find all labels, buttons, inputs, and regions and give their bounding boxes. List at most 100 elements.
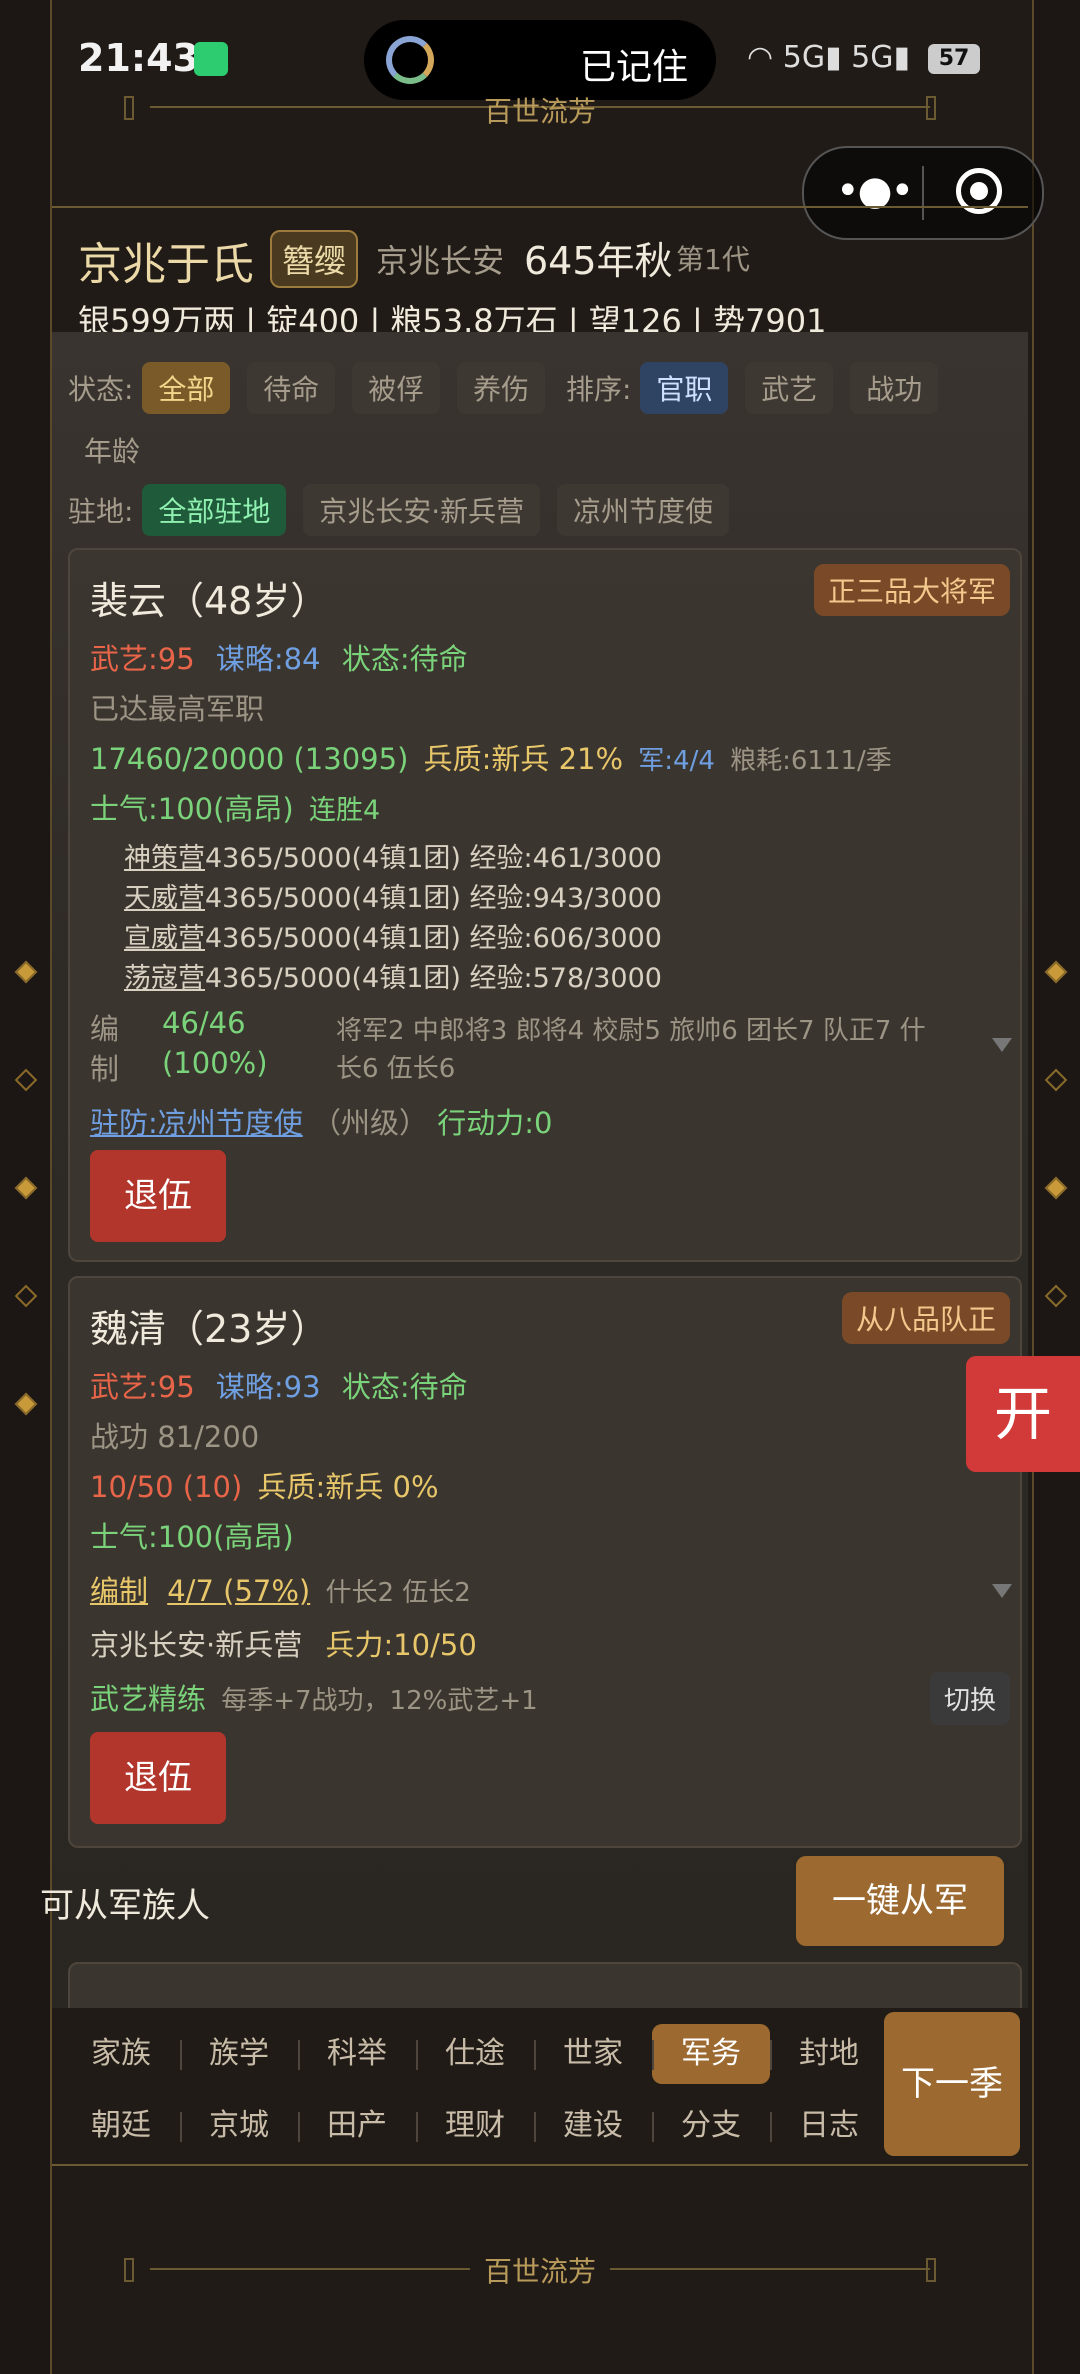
filter-status-healing[interactable]: 养伤 (457, 362, 546, 414)
unit-row[interactable]: 天威营4365/5000(4镇1团) 经验:943/3000 (124, 876, 662, 915)
action-points: 行动力:0 (437, 1106, 553, 1140)
unit-row[interactable]: 荡寇营4365/5000(4镇1团) 经验:578/3000 (124, 956, 662, 995)
switch-training-button[interactable]: 切换 (929, 1672, 1010, 1725)
unit-row[interactable]: 宣威营4365/5000(4镇1团) 经验:606/3000 (124, 916, 662, 955)
staff-value-link[interactable]: 4/7 (57%) (167, 1574, 310, 1608)
app-notification-icon (194, 42, 228, 76)
unit-detail: 4365/5000(4镇1团) 经验:461/3000 (205, 843, 662, 874)
strategy-stat: 谋略:93 (215, 1370, 321, 1404)
camp-name: 京兆长安·新兵营 (90, 1628, 303, 1662)
nav-clan[interactable]: 家族 (62, 2024, 180, 2084)
one-key-enlist-button[interactable]: 一键从军 (796, 1856, 1004, 1946)
nav-career[interactable]: 仕途 (416, 2024, 534, 2084)
food-consumption: 粮耗:6111/季 (730, 746, 892, 776)
nav-court[interactable]: 朝廷 (62, 2096, 180, 2156)
merit-line: 战功 81/200 (90, 1420, 260, 1454)
garrison-filter-label: 驻地: (68, 495, 134, 528)
clan-header: 京兆于氏 簪缨 京兆长安 645年秋 第1代 银599万两 | 锭400 | 粮… (52, 206, 1028, 340)
unit-detail: 4365/5000(4镇1团) 经验:606/3000 (205, 923, 662, 954)
filter-status-captured[interactable]: 被俘 (352, 362, 441, 414)
training-name: 武艺精练 (90, 1682, 207, 1716)
nav-military[interactable]: 军务 (652, 2024, 770, 2084)
unit-detail: 4365/5000(4镇1团) 经验:943/3000 (205, 883, 662, 914)
sort-merit[interactable]: 战功 (850, 362, 939, 414)
general-card: 裴云（48岁） 正三品大将军 武艺:95 谋略:84 状态:待命 已达最高军职 … (68, 548, 1022, 1262)
retire-button[interactable]: 退伍 (90, 1150, 226, 1242)
morale-line: 士气:100(高昂) 连胜4 (90, 786, 380, 828)
next-season-button[interactable]: 下一季 (884, 2012, 1020, 2156)
rank-badge: 从八品队正 (841, 1292, 1010, 1344)
filter-garrison-changan[interactable]: 京兆长安·新兵营 (303, 484, 541, 536)
staff-line: 编制 4/7 (57%) 什长2 伍长2 (90, 1568, 471, 1610)
unit-detail: 4365/5000(4镇1团) 经验:578/3000 (205, 963, 662, 994)
nav-branch[interactable]: 分支 (652, 2096, 770, 2156)
nav-construction[interactable]: 建设 (534, 2096, 652, 2156)
general-name: 裴云（48岁） (90, 579, 329, 623)
loading-icon (386, 36, 434, 84)
filter-status-all[interactable]: 全部 (142, 362, 231, 414)
nav-school[interactable]: 族学 (180, 2024, 298, 2084)
troops-line: 10/50 (10) 兵质:新兵 0% (90, 1464, 439, 1506)
nav-farmland[interactable]: 田产 (298, 2096, 416, 2156)
sort-row-2: 年龄 (68, 424, 164, 476)
force-count: 兵力:10/50 (325, 1628, 477, 1662)
nav-row-2: 朝廷 京城 田产 理财 建设 分支 日志 (62, 2096, 888, 2156)
status-stat: 状态:待命 (341, 1370, 468, 1404)
battery-icon: 57 (928, 44, 980, 74)
expand-arrow-icon[interactable] (992, 1038, 1012, 1052)
unit-link[interactable]: 荡寇营 (124, 963, 205, 994)
nav-log[interactable]: 日志 (770, 2096, 888, 2156)
side-ornament-icon (1044, 1284, 1068, 1308)
nav-fief[interactable]: 封地 (770, 2024, 888, 2084)
training-line: 武艺精练 每季+7战功，12%武艺+1 (90, 1676, 538, 1718)
camp-line: 京兆长安·新兵营 兵力:10/50 (90, 1622, 477, 1664)
troop-quality: 兵质:新兵 21% (423, 742, 624, 776)
sort-martial[interactable]: 武艺 (745, 362, 834, 414)
status-filter-label: 状态: (68, 373, 134, 406)
garrison-link[interactable]: 驻防:凉州节度使 (90, 1106, 303, 1140)
unit-link[interactable]: 天威营 (124, 883, 205, 914)
nav-finance[interactable]: 理财 (416, 2096, 534, 2156)
unit-row[interactable]: 神策营4365/5000(4镇1团) 经验:461/3000 (124, 836, 662, 875)
staff-label-link[interactable]: 编制 (90, 1574, 148, 1608)
footer-title: 百世流芳 (0, 2250, 1080, 2290)
troop-count: 17460/20000 (13095) (90, 742, 409, 776)
staff-label-1: 编 (90, 1012, 120, 1046)
sort-age[interactable]: 年龄 (68, 424, 156, 476)
signal-icon: ◠ 5G▮ 5G▮ (747, 40, 910, 75)
sort-rank[interactable]: 官职 (640, 362, 729, 414)
footer-title-text: 百世流芳 (469, 2255, 610, 2288)
staff-pct: (100%) (162, 1046, 268, 1080)
staff-detail-2: 长6 伍长6 (336, 1054, 456, 1084)
clan-badge: 簪缨 (270, 230, 359, 288)
filter-garrison-all[interactable]: 全部驻地 (142, 484, 287, 536)
unit-link[interactable]: 宣威营 (124, 923, 205, 954)
nav-exam[interactable]: 科举 (298, 2024, 416, 2084)
clan-name: 京兆于氏 (78, 239, 254, 290)
side-ornament-icon (14, 1284, 38, 1308)
network-label: 5G (782, 40, 826, 75)
troops-line: 17460/20000 (13095) 兵质:新兵 21% 军:4/4 粮耗:6… (90, 736, 892, 778)
generation: 第1代 (676, 243, 750, 276)
martial-stat: 武艺:95 (90, 1370, 195, 1404)
staff-value: 46/46 (162, 1006, 246, 1040)
filter-garrison-liangzhou[interactable]: 凉州节度使 (557, 484, 730, 536)
strategy-stat: 谋略:84 (215, 642, 321, 676)
nav-families[interactable]: 世家 (534, 2024, 652, 2084)
garrison-line: 驻防:凉州节度使 （州级） 行动力:0 (90, 1100, 552, 1142)
clan-member-card (68, 1962, 1022, 2008)
side-ornament-icon (14, 960, 38, 984)
open-button[interactable]: 开 (966, 1356, 1080, 1472)
filter-status-standby[interactable]: 待命 (247, 362, 336, 414)
unit-link[interactable]: 神策营 (124, 843, 205, 874)
troop-count: 10/50 (10) (90, 1470, 243, 1504)
garrison-level: （州级） (312, 1106, 429, 1140)
nav-capital[interactable]: 京城 (180, 2096, 298, 2156)
recruit-label: 可从军族人 (40, 1886, 210, 1926)
staff-detail-1: 将军2 中郎将3 郎将4 校尉5 旅帅6 团长7 队正7 什 (336, 1016, 926, 1046)
army-count: 军:4/4 (638, 746, 715, 776)
retire-button[interactable]: 退伍 (90, 1732, 226, 1824)
top-deco-title: 百世流芳 (483, 95, 596, 128)
side-ornament-icon (1044, 1176, 1068, 1200)
expand-arrow-icon[interactable] (992, 1584, 1012, 1598)
